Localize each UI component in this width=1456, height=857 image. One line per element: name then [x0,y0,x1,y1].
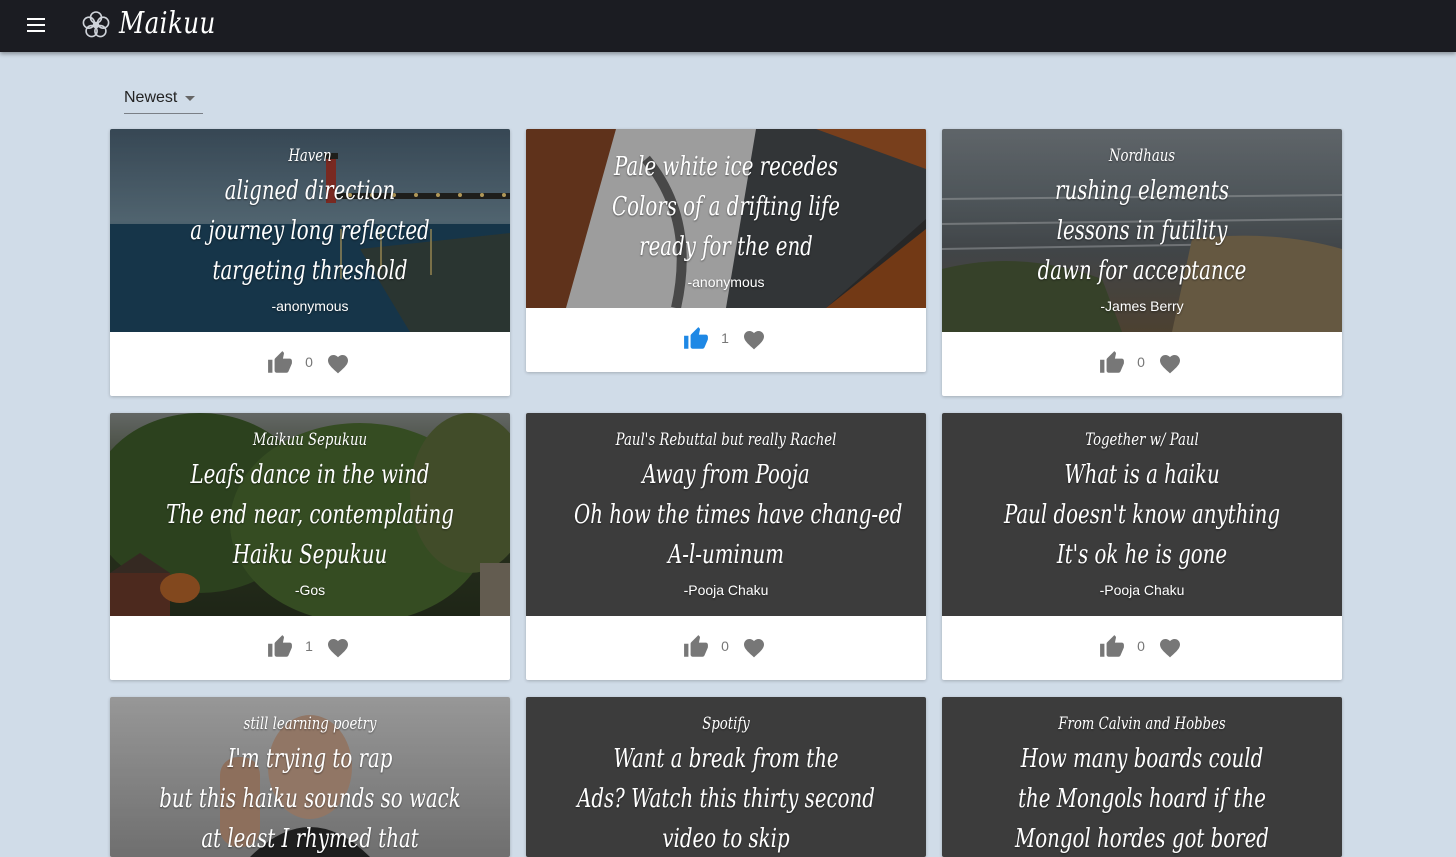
haiku-line: the Mongols hoard if the [1018,784,1266,814]
haiku-title: Maikuu Sepukuu [252,430,368,450]
haiku-text: Paul's Rebuttal but really Rachel Away f… [526,429,926,599]
haiku-author: -Pooja Chaku [683,582,769,598]
haiku-line: It's ok he is gone [1056,540,1228,570]
heart-icon[interactable] [326,352,350,376]
haiku-author: -James Berry [1100,298,1184,314]
app-title[interactable]: Maikuu [119,6,216,41]
haiku-author: -anonymous [271,298,349,314]
like-count: 1 [721,330,729,346]
flower-logo-icon[interactable] [80,9,112,41]
sort-select[interactable]: Newest [124,86,203,114]
haiku-line: I'm trying to rap [227,744,393,774]
heart-icon[interactable] [742,636,766,660]
caret-down-icon [185,96,195,101]
haiku-author: -anonymous [687,274,765,290]
thumb-up-icon[interactable] [683,634,709,660]
haiku-card: Together w/ Paul What is a haiku Paul do… [942,413,1342,680]
haiku-title: Spotify [702,714,750,734]
haiku-line: rushing elements [1055,176,1229,206]
heart-icon[interactable] [1158,352,1182,376]
haiku-card: Nordhaus rushing elements lessons in fut… [942,129,1342,396]
like-count: 0 [1137,638,1145,654]
haiku-card: Maikuu Sepukuu Leafs dance in the wind T… [110,413,510,680]
thumb-up-icon[interactable] [267,350,293,376]
haiku-line: video to skip [662,824,790,854]
heart-icon[interactable] [326,636,350,660]
haiku-text: Haven aligned direction a journey long r… [110,145,510,315]
haiku-author: -Pooja Chaku [1099,582,1185,598]
haiku-card: Spotify Want a break from the Ads? Watch… [526,697,926,857]
haiku-title: Together w/ Paul [1085,430,1199,450]
card-actions: 0 [942,616,1342,680]
haiku-title: Nordhaus [1108,146,1176,166]
haiku-line: aligned direction [224,176,396,206]
haiku-card: From Calvin and Hobbes How many boards c… [942,697,1342,857]
haiku-card: still learning poetry I'm trying to rap … [110,697,510,857]
haiku-line: How many boards could [1020,744,1264,774]
haiku-text: Pale white ice recedes Colors of a drift… [526,147,926,291]
haiku-line: Leafs dance in the wind [190,460,430,490]
card-actions: 1 [110,616,510,680]
thumb-up-icon[interactable] [1099,634,1125,660]
haiku-line: A-l-uminum [668,540,784,570]
thumb-up-icon[interactable] [683,326,709,352]
haiku-line: Haiku Sepukuu [232,540,388,570]
haiku-card: Haven aligned direction a journey long r… [110,129,510,396]
haiku-line: ready for the end [639,232,813,262]
haiku-text: Spotify Want a break from the Ads? Watch… [526,713,926,857]
haiku-title: Paul's Rebuttal but really Rachel [615,430,837,450]
haiku-text: Maikuu Sepukuu Leafs dance in the wind T… [110,429,510,599]
haiku-line: Oh how the times have chang-ed [574,500,903,530]
like-count: 0 [305,354,313,370]
haiku-line: Paul doesn't know anything [1003,500,1281,530]
app-bar: Maikuu [0,0,1456,52]
menu-icon[interactable] [22,14,50,38]
like-count: 1 [305,638,313,654]
haiku-title: still learning poetry [243,714,377,734]
haiku-text: From Calvin and Hobbes How many boards c… [942,713,1342,857]
haiku-line: at least I rhymed that [201,824,419,854]
thumb-up-icon[interactable] [1099,350,1125,376]
card-actions: 0 [526,616,926,680]
haiku-line: lessons in futility [1056,216,1228,246]
like-count: 0 [721,638,729,654]
haiku-line: Pale white ice recedes [613,152,839,182]
like-count: 0 [1137,354,1145,370]
haiku-text: Together w/ Paul What is a haiku Paul do… [942,429,1342,599]
haiku-line: What is a haiku [1064,460,1220,490]
haiku-text: still learning poetry I'm trying to rap … [110,713,510,857]
haiku-line: Mongol hordes got bored [1015,824,1269,854]
haiku-line: a journey long reflected [190,216,430,246]
card-actions: 0 [110,332,510,396]
haiku-line: dawn for acceptance [1037,256,1247,286]
haiku-title: From Calvin and Hobbes [1058,714,1226,734]
haiku-line: Want a break from the [613,744,839,774]
card-actions: 1 [526,308,926,372]
haiku-line: Colors of a drifting life [612,192,840,222]
thumb-up-icon[interactable] [267,634,293,660]
sort-selected-value: Newest [124,89,178,106]
haiku-text: Nordhaus rushing elements lessons in fut… [942,145,1342,315]
heart-icon[interactable] [1158,636,1182,660]
haiku-line: Away from Pooja [642,460,810,490]
haiku-line: but this haiku sounds so wack [159,784,461,814]
heart-icon[interactable] [742,328,766,352]
haiku-title: Haven [288,146,332,166]
haiku-line: The end near, contemplating [166,500,454,530]
haiku-line: Ads? Watch this thirty second [577,784,875,814]
card-actions: 0 [942,332,1342,396]
haiku-author: -Gos [294,582,326,598]
haiku-card: Paul's Rebuttal but really Rachel Away f… [526,413,926,680]
haiku-line: targeting threshold [212,256,408,286]
haiku-card: Pale white ice recedes Colors of a drift… [526,129,926,372]
